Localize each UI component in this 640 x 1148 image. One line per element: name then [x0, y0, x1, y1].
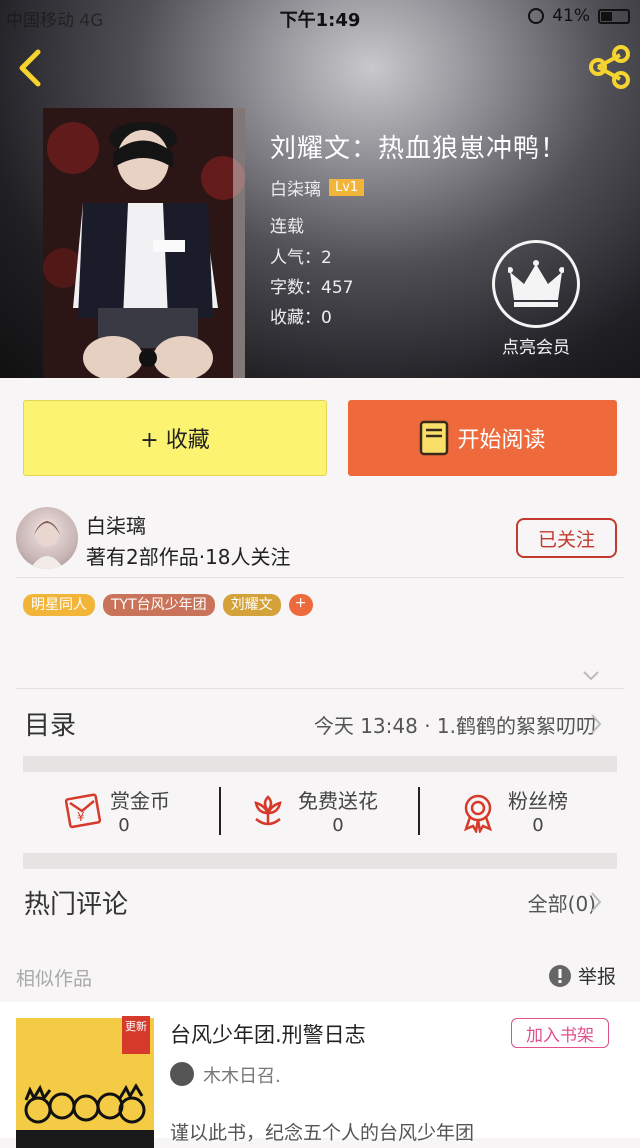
- fan-ranking[interactable]: 粉丝榜 0: [460, 785, 630, 845]
- rotation-lock-icon: [528, 8, 545, 24]
- favorite-count: 收藏：0: [270, 308, 332, 328]
- tag-item[interactable]: 明星同人: [23, 594, 95, 616]
- similar-author-avatar: [170, 1062, 194, 1086]
- flower-icon: [254, 795, 282, 826]
- all-comments-link: 全部(0): [527, 892, 596, 916]
- add-to-shelf-button[interactable]: 加入书架: [511, 1018, 609, 1048]
- author-card-stats: 著有2部作品·18人关注: [86, 545, 291, 569]
- author-card-name[interactable]: 白柒璃: [86, 510, 146, 539]
- add-tag-button[interactable]: +: [288, 594, 313, 616]
- follow-button[interactable]: 已关注: [516, 518, 617, 558]
- similar-book-title[interactable]: 台风少年团.刑警日志: [170, 1019, 366, 1049]
- chevron-right-icon: [591, 892, 602, 912]
- level-badge: Lv1: [329, 179, 365, 196]
- book-icon: [420, 420, 449, 456]
- add-favorite-button[interactable]: + 收藏: [23, 400, 327, 476]
- chevron-down-icon: [583, 671, 599, 681]
- author-avatar[interactable]: [16, 507, 78, 569]
- tag-item[interactable]: 刘耀文: [222, 594, 281, 616]
- send-flowers[interactable]: 免费送花 0: [250, 785, 420, 845]
- cover-illustration: [43, 108, 245, 378]
- hot-comments-title: 热门评论: [24, 890, 129, 920]
- avatar-image: [30, 519, 64, 569]
- svg-text:¥: ¥: [77, 810, 85, 824]
- share-icon: [589, 45, 630, 89]
- similar-book-card[interactable]: 更新 台风少年团.刑警日志 加入书架 木木日召. 谨以此书，纪念五个人的台风少年…: [0, 1002, 640, 1148]
- battery-icon: [598, 8, 630, 24]
- catalog-title: 目录: [24, 711, 77, 741]
- back-button[interactable]: [12, 48, 52, 88]
- chevron-left-icon: [19, 49, 41, 87]
- crown-icon: [508, 260, 564, 307]
- warning-icon: [549, 964, 571, 987]
- book-title: 刘耀文：热血狼崽冲鸭！: [270, 134, 568, 164]
- similar-book-author: 木木日召.: [203, 1066, 281, 1087]
- section-separator: [23, 853, 617, 869]
- reward-coins-value: 0: [118, 815, 130, 836]
- section-separator: [23, 756, 617, 772]
- status-bar: 中国移动 4G 下午1:49 41%: [0, 0, 640, 36]
- fan-ranking-label: 粉丝榜: [508, 789, 568, 813]
- similar-works-label: 相似作品: [16, 968, 93, 990]
- divider: [16, 577, 624, 578]
- book-cover[interactable]: [43, 108, 245, 378]
- send-flowers-label: 免费送花: [298, 789, 378, 813]
- separator: [219, 787, 221, 835]
- start-reading-button[interactable]: 开始阅读: [348, 400, 617, 476]
- report-button[interactable]: 举报: [548, 962, 616, 989]
- vip-label: 点亮会员: [502, 338, 570, 358]
- reward-coins-label: 赏金币: [110, 789, 170, 813]
- popularity: 人气：2: [270, 248, 332, 268]
- send-flowers-value: 0: [332, 815, 344, 836]
- medal-icon: [463, 794, 493, 833]
- tag-list: 明星同人 TYT台风少年团 刘耀文 +: [23, 594, 313, 616]
- similar-book-description: 谨以此书，纪念五个人的台风少年团: [170, 1122, 475, 1144]
- reward-coins[interactable]: ¥ 赏金币 0: [62, 785, 232, 845]
- author-name[interactable]: 白柒璃: [270, 175, 321, 200]
- chevron-right-icon: [591, 714, 602, 734]
- updated-badge: 更新: [122, 1016, 150, 1054]
- serial-status: 连载: [270, 217, 304, 237]
- share-button[interactable]: [586, 44, 632, 90]
- expand-button[interactable]: [582, 667, 600, 686]
- fan-ranking-value: 0: [532, 815, 544, 836]
- vip-button[interactable]: [492, 240, 580, 328]
- start-reading-label: 开始阅读: [457, 428, 546, 453]
- divider: [16, 688, 624, 689]
- separator: [418, 787, 420, 835]
- report-label: 举报: [578, 966, 617, 988]
- tag-item[interactable]: TYT台风少年团: [103, 594, 215, 616]
- latest-chapter: 今天 13:48 · 1.鹤鹤的絮絮叨叨: [313, 714, 596, 738]
- book-header: 中国移动 4G 下午1:49 41% 刘耀文：热血狼崽冲鸭！ 白柒璃 Lv1 连…: [0, 0, 640, 378]
- battery-percent: 41%: [552, 6, 590, 26]
- word-count: 字数：457: [270, 278, 354, 298]
